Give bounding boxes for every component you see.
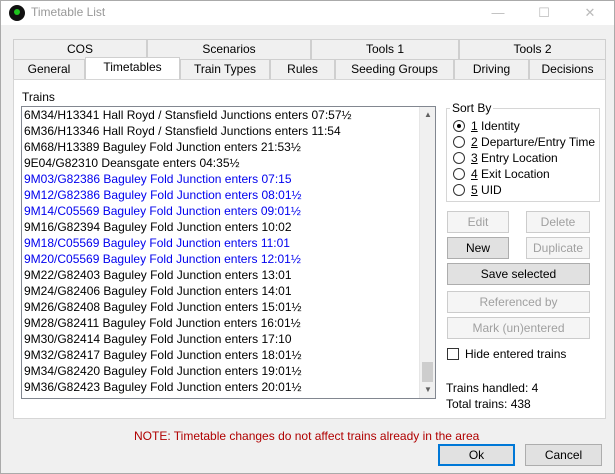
sort-option-departure[interactable]: 2 Departure/Entry Time	[453, 134, 595, 150]
sort-option-key: 5	[471, 183, 478, 197]
train-list-item[interactable]: 6M34/H13341 Hall Royd / Stansfield Junct…	[22, 107, 420, 123]
train-list-item[interactable]: 9M20/C05569 Baguley Fold Junction enters…	[22, 251, 420, 267]
timetable-list-window: Timetable List — ☐ ✕ COS Scenarios Tools…	[0, 0, 615, 474]
total-trains: Total trains: 438	[446, 397, 531, 411]
save-selected-button[interactable]: Save selected	[447, 263, 590, 285]
trains-listbox[interactable]: 6M34/H13341 Hall Royd / Stansfield Junct…	[21, 106, 436, 399]
tab-cos[interactable]: COS	[13, 39, 147, 59]
tab-seeding-groups[interactable]: Seeding Groups	[335, 59, 454, 79]
train-list-item[interactable]: 9M03/G82386 Baguley Fold Junction enters…	[22, 171, 420, 187]
train-list-item[interactable]: 6M68/H13389 Baguley Fold Junction enters…	[22, 139, 420, 155]
train-list-item[interactable]: 9M30/G82414 Baguley Fold Junction enters…	[22, 331, 420, 347]
title-bar[interactable]: Timetable List — ☐ ✕	[1, 1, 614, 25]
tab-row-back: COS Scenarios Tools 1 Tools 2	[13, 39, 606, 59]
referenced-by-button[interactable]: Referenced by	[447, 291, 590, 313]
sort-option-key: 3	[471, 151, 478, 165]
trains-handled: Trains handled: 4	[446, 381, 539, 395]
train-list-item[interactable]: 9M34/G82420 Baguley Fold Junction enters…	[22, 363, 420, 379]
trains-label: Trains	[22, 90, 55, 104]
sort-option-label: Departure/Entry Time	[477, 135, 596, 149]
app-icon	[9, 5, 25, 21]
sort-option-key: 2	[471, 135, 478, 149]
train-list-item[interactable]: 9M16/G82394 Baguley Fold Junction enters…	[22, 219, 420, 235]
timetable-note: NOTE: Timetable changes do not affect tr…	[134, 429, 480, 443]
sort-option-key: 4	[471, 167, 478, 181]
tab-timetables[interactable]: Timetables	[85, 57, 180, 79]
train-list-item[interactable]: 9M32/G82417 Baguley Fold Junction enters…	[22, 347, 420, 363]
edit-button[interactable]: Edit	[447, 211, 509, 233]
delete-button[interactable]: Delete	[526, 211, 590, 233]
sort-option-identity[interactable]: 1 Identity	[453, 118, 520, 134]
new-button[interactable]: New	[447, 237, 509, 259]
sort-option-label: Exit Location	[477, 167, 550, 181]
scroll-down-arrow-icon[interactable]: ▼	[420, 382, 435, 398]
sort-option-exit-location[interactable]: 4 Exit Location	[453, 166, 550, 182]
train-list-item[interactable]: 9M24/G82406 Baguley Fold Junction enters…	[22, 283, 420, 299]
hide-entered-checkbox[interactable]	[447, 347, 459, 360]
trains-list: 6M34/H13341 Hall Royd / Stansfield Junct…	[22, 107, 420, 398]
vertical-scrollbar[interactable]: ▲ ▼	[419, 107, 435, 398]
minimize-button[interactable]: —	[476, 1, 520, 25]
train-list-item[interactable]: 9E04/G82310 Deansgate enters 04:35½	[22, 155, 420, 171]
tab-train-types[interactable]: Train Types	[180, 59, 270, 79]
tab-tools-1[interactable]: Tools 1	[311, 39, 459, 59]
sort-option-entry-location[interactable]: 3 Entry Location	[453, 150, 558, 166]
tab-row-front: General Timetables Train Types Rules See…	[13, 57, 606, 79]
sort-option-label: Entry Location	[477, 151, 558, 165]
mark-unentered-button[interactable]: Mark (un)entered	[447, 317, 590, 339]
sort-option-label: UID	[477, 183, 502, 197]
tab-tools-2[interactable]: Tools 2	[459, 39, 606, 59]
radio-departure[interactable]	[453, 135, 465, 148]
cancel-button[interactable]: Cancel	[525, 444, 602, 466]
hide-entered-label: Hide entered trains	[465, 347, 567, 361]
sort-option-label: Identity	[477, 119, 520, 133]
radio-uid[interactable]	[453, 183, 465, 196]
tab-general[interactable]: General	[13, 59, 85, 79]
tab-scenarios[interactable]: Scenarios	[147, 39, 311, 59]
window-title: Timetable List	[31, 5, 106, 19]
train-list-item[interactable]: 9M36/G82423 Baguley Fold Junction enters…	[22, 379, 420, 395]
scroll-up-arrow-icon[interactable]: ▲	[420, 107, 435, 123]
ok-button[interactable]: Ok	[438, 444, 515, 466]
sort-option-key: 1	[471, 119, 478, 133]
tab-driving[interactable]: Driving	[454, 59, 529, 79]
radio-identity[interactable]	[453, 119, 465, 132]
train-list-item[interactable]: 9M12/G82386 Baguley Fold Junction enters…	[22, 187, 420, 203]
train-list-item[interactable]: 9M18/C05569 Baguley Fold Junction enters…	[22, 235, 420, 251]
maximize-button[interactable]: ☐	[522, 1, 566, 25]
scroll-thumb[interactable]	[422, 362, 433, 382]
train-list-item[interactable]: 9M28/G82411 Baguley Fold Junction enters…	[22, 315, 420, 331]
sort-by-title: Sort By	[450, 101, 494, 115]
duplicate-button[interactable]: Duplicate	[526, 237, 590, 259]
close-button[interactable]: ✕	[568, 1, 612, 25]
hide-entered-trains[interactable]: Hide entered trains	[447, 346, 566, 362]
train-list-item[interactable]: 6M36/H13346 Hall Royd / Stansfield Junct…	[22, 123, 420, 139]
train-list-item[interactable]: 9M22/G82403 Baguley Fold Junction enters…	[22, 267, 420, 283]
train-list-item[interactable]: 9M26/G82408 Baguley Fold Junction enters…	[22, 299, 420, 315]
tab-decisions[interactable]: Decisions	[529, 59, 606, 79]
sort-option-uid[interactable]: 5 UID	[453, 182, 502, 198]
radio-entry-location[interactable]	[453, 151, 465, 164]
train-list-item[interactable]: 9M38/G82426 Baguley Fold Junction enters…	[22, 395, 420, 398]
train-list-item[interactable]: 9M14/C05569 Baguley Fold Junction enters…	[22, 203, 420, 219]
radio-exit-location[interactable]	[453, 167, 465, 180]
tab-rules[interactable]: Rules	[270, 59, 335, 79]
